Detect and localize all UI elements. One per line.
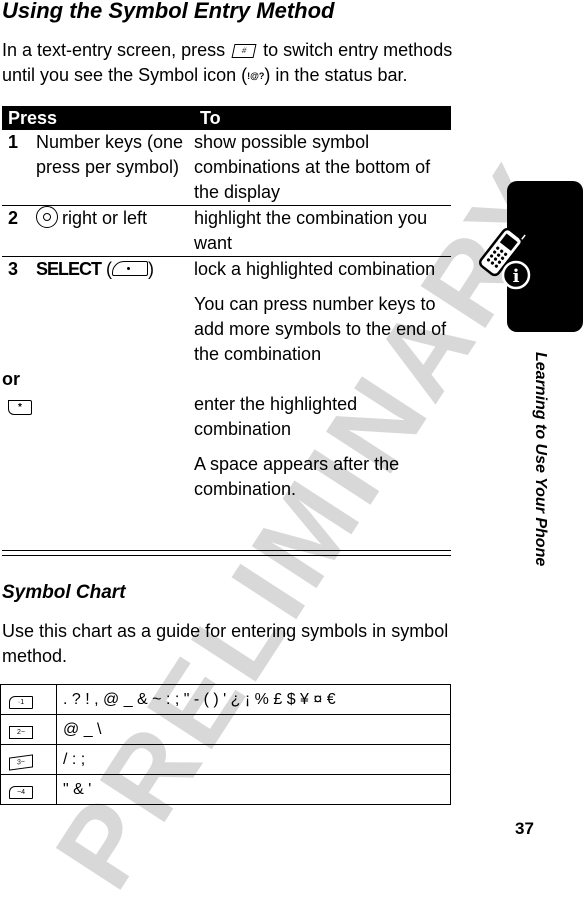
to-cell: highlight the combination you want — [194, 205, 451, 257]
to-note: You can press number keys to add more sy… — [194, 294, 447, 364]
table-row: 3 SELECT () lock a highlighted combinati… — [2, 257, 451, 368]
symbols-cell: . ? ! , @ _ & ~ : ; " - ( ) ' ¿ ¡ % £ $ … — [56, 684, 451, 715]
press-cell: Number keys (one press per symbol) — [36, 130, 194, 206]
symbol-chart-table: ·1 . ? ! , @ _ & ~ : ; " - ( ) ' ¿ ¡ % £… — [0, 684, 451, 805]
step-number: 2 — [2, 205, 36, 257]
press-cell: SELECT () — [36, 259, 155, 279]
chapter-side-title: Learning to Use Your Phone — [532, 352, 549, 567]
key-cell: −4 — [0, 774, 57, 805]
key-1-icon: ·1 — [9, 695, 33, 709]
symbol-mode-icon: !@? — [247, 70, 265, 81]
manual-page: Using the Symbol Entry Method In a text-… — [0, 0, 583, 838]
table-end-rule — [2, 550, 451, 556]
press-table-header: Press To — [2, 106, 451, 130]
or-row: or — [2, 367, 451, 392]
symbols-cell: " & ' — [56, 774, 451, 805]
page-number: 37 — [515, 819, 534, 838]
table-row: 1 Number keys (one press per symbol) sho… — [2, 130, 451, 206]
key-3-icon: 3− — [9, 753, 33, 771]
key-cell: ·1 — [0, 684, 57, 715]
header-to: To — [194, 106, 451, 130]
to-text: lock a highlighted combination — [194, 259, 436, 279]
right-soft-key-icon — [112, 261, 149, 276]
symbols-cell: / : ; — [56, 744, 451, 775]
to-cell: enter the highlighted combination A spac… — [194, 392, 451, 502]
symbol-row: −4 " & ' — [0, 774, 451, 805]
symbol-row: 3− / : ; — [0, 744, 451, 775]
step-number: 3 — [8, 259, 19, 279]
symbols-cell: @ _ \ — [56, 714, 451, 745]
table-row: * enter the highlighted combination A sp… — [2, 392, 451, 502]
to-note: A space appears after the combination. — [194, 454, 400, 499]
intro-text-1: In a text-entry screen, press — [2, 40, 226, 60]
key-cell: 2− — [0, 714, 57, 745]
press-text: right or left — [62, 208, 148, 228]
press-cell: right or left — [36, 205, 194, 257]
key-cell: 3− — [0, 744, 57, 775]
press-cell — [36, 392, 194, 502]
or-label: or — [2, 369, 20, 389]
step-number: * — [2, 392, 36, 502]
star-key-icon: * — [8, 400, 32, 415]
to-text: enter the highlighted combination — [194, 394, 358, 439]
intro-text-3: ) in the status bar. — [264, 65, 408, 85]
to-text: show possible symbol combinations at the… — [194, 132, 431, 202]
symbol-row: 2− @ _ \ — [0, 714, 451, 745]
navigation-key-icon — [36, 206, 58, 228]
to-cell: show possible symbol combinations at the… — [194, 130, 451, 206]
symbol-row: ·1 . ? ! , @ _ & ~ : ; " - ( ) ' ¿ ¡ % £… — [0, 684, 451, 715]
phone-info-icon: i — [478, 227, 531, 290]
intro-paragraph: In a text-entry screen, press # to switc… — [2, 38, 472, 89]
symbol-chart-intro: Use this chart as a guide for entering s… — [2, 621, 449, 666]
pound-key-icon: # — [231, 44, 257, 59]
step-number: 1 — [2, 130, 36, 206]
key-4-icon: −4 — [9, 785, 33, 799]
press-table: Press To 1 Number keys (one press per sy… — [2, 106, 451, 502]
select-label: SELECT — [36, 259, 102, 279]
table-row: 2 right or left highlight the combinatio… — [2, 205, 451, 257]
info-glyph: i — [513, 266, 520, 287]
key-2-icon: 2− — [9, 725, 33, 739]
symbol-chart-title: Symbol Chart — [2, 582, 126, 603]
section-title: Using the Symbol Entry Method — [2, 0, 335, 23]
to-text: highlight the combination you want — [194, 208, 428, 253]
to-cell: lock a highlighted combination You can p… — [194, 257, 451, 368]
header-press: Press — [2, 106, 194, 130]
